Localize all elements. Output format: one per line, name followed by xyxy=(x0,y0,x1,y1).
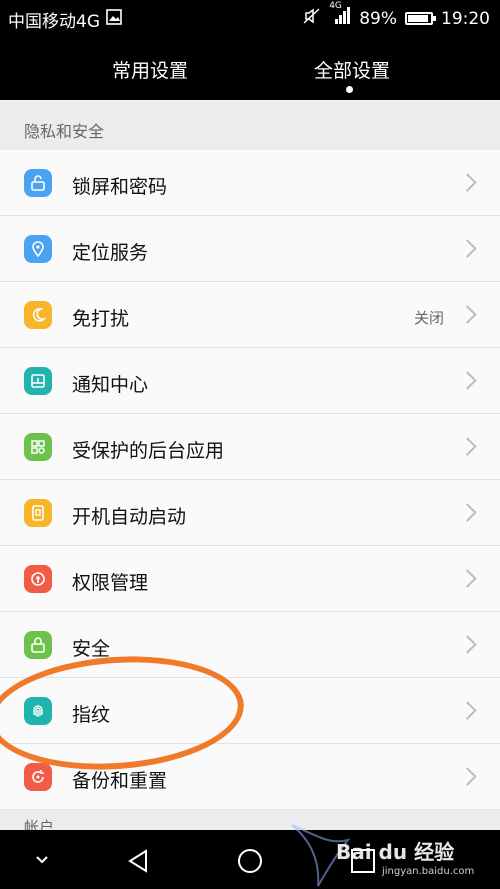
backup-icon xyxy=(24,763,52,791)
moon-icon xyxy=(24,301,52,329)
settings-item-notification-center[interactable]: 通知中心 xyxy=(0,348,500,414)
settings-item-do-not-disturb[interactable]: 免打扰 关闭 xyxy=(0,282,500,348)
autostart-icon xyxy=(24,499,52,527)
chevron-right-icon xyxy=(458,635,477,654)
section-title: 帐户 xyxy=(24,818,55,830)
carrier-label: 中国移动4G xyxy=(8,12,100,32)
chevron-right-icon xyxy=(458,371,477,390)
permission-icon xyxy=(24,565,52,593)
chevron-right-icon xyxy=(458,173,477,192)
location-pin-icon xyxy=(24,235,52,263)
mute-icon xyxy=(303,7,321,30)
chevron-right-icon xyxy=(458,767,477,786)
home-button[interactable] xyxy=(237,848,263,878)
chevron-right-icon xyxy=(458,305,477,324)
chevron-right-icon xyxy=(458,503,477,522)
chevron-right-icon xyxy=(458,437,477,456)
settings-item-protected-apps[interactable]: 受保护的后台应用 xyxy=(0,414,500,480)
active-tab-indicator xyxy=(346,86,353,93)
chevron-down-icon[interactable] xyxy=(34,852,50,871)
tab-common-settings[interactable]: 常用设置 xyxy=(70,56,230,83)
watermark-text: Bai du 经验 xyxy=(336,840,455,864)
settings-item-lockscreen[interactable]: 锁屏和密码 xyxy=(0,150,500,216)
settings-item-label: 备份和重置 xyxy=(72,770,168,792)
signal-icon: 4G xyxy=(329,1,351,30)
section-title: 隐私和安全 xyxy=(24,122,105,141)
unlock-icon xyxy=(24,169,52,197)
tab-all-settings[interactable]: 全部设置 xyxy=(272,56,432,83)
chevron-right-icon xyxy=(458,569,477,588)
chevron-right-icon xyxy=(458,701,477,720)
chevron-right-icon xyxy=(458,239,477,258)
back-button[interactable] xyxy=(126,848,152,878)
clock: 19:20 xyxy=(441,8,490,29)
settings-item-label: 免打扰 xyxy=(72,308,130,330)
settings-item-label: 定位服务 xyxy=(72,242,149,264)
image-notification-icon xyxy=(106,9,122,30)
settings-tab-bar: 常用设置 全部设置 xyxy=(0,36,500,100)
settings-item-label: 权限管理 xyxy=(72,572,149,594)
settings-item-label: 开机自动启动 xyxy=(72,506,187,528)
lock-icon xyxy=(24,631,52,659)
settings-item-permissions[interactable]: 权限管理 xyxy=(0,546,500,612)
battery-percent: 89% xyxy=(359,8,397,29)
settings-item-location[interactable]: 定位服务 xyxy=(0,216,500,282)
signal-type-label: 4G xyxy=(329,1,342,11)
status-bar: 中国移动4G 4G 89% 19:20 xyxy=(0,0,500,36)
settings-item-value: 关闭 xyxy=(413,309,444,327)
section-header-privacy: 隐私和安全 xyxy=(0,102,500,150)
settings-item-label: 受保护的后台应用 xyxy=(72,440,225,462)
settings-item-label: 通知中心 xyxy=(72,374,149,396)
baidu-watermark: Bai du 经验 jingyan.baidu.com xyxy=(290,820,500,889)
settings-item-autostart[interactable]: 开机自动启动 xyxy=(0,480,500,546)
notification-icon xyxy=(24,367,52,395)
watermark-url: jingyan.baidu.com xyxy=(382,866,475,877)
protected-apps-icon xyxy=(24,433,52,461)
settings-item-label: 锁屏和密码 xyxy=(72,176,168,198)
battery-icon xyxy=(405,12,436,25)
